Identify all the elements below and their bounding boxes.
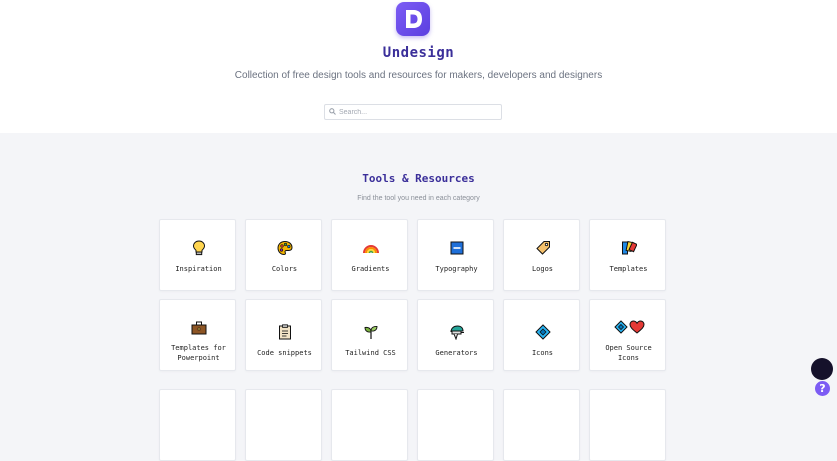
- logo-d-icon: [406, 10, 422, 28]
- section-title: Tools & Resources: [362, 172, 475, 185]
- category-label: Open Source Icons: [605, 344, 652, 362]
- seedling-icon: [364, 325, 377, 339]
- generator-icon: [450, 325, 464, 340]
- category-label: Templates: [609, 265, 648, 273]
- category-card-gradients[interactable]: Gradients: [331, 219, 408, 291]
- swatches-icon: [621, 240, 637, 255]
- app-tagline: Collection of free design tools and reso…: [234, 70, 603, 81]
- category-label: Inspiration: [175, 265, 222, 273]
- briefcase-icon: [191, 321, 206, 335]
- abc-icon: [450, 241, 463, 255]
- category-card-open-source-icons[interactable]: Open Source Icons: [589, 299, 666, 371]
- category-card-code-snippets[interactable]: Code snippets: [245, 299, 322, 371]
- search-box[interactable]: [324, 104, 502, 120]
- search-icon: [329, 108, 336, 115]
- diamond-heart-icon: [613, 320, 645, 334]
- rainbow-icon: [362, 245, 379, 254]
- tag-icon: [535, 241, 550, 255]
- category-label: Tailwind CSS: [345, 349, 396, 357]
- category-card-templates-powerpoint[interactable]: Templates for Powerpoint: [159, 299, 236, 371]
- category-card-inspiration[interactable]: Inspiration: [159, 219, 236, 291]
- category-label: Icons: [531, 349, 554, 357]
- category-label: Logos: [531, 265, 554, 273]
- category-card-typography[interactable]: Typography: [417, 219, 494, 291]
- category-card-generators[interactable]: Generators: [417, 299, 494, 371]
- category-card-colors[interactable]: Colors: [245, 219, 322, 291]
- section-subtitle: Find the tool you need in each category: [357, 195, 480, 202]
- search-input[interactable]: [339, 105, 497, 119]
- palette-icon: [276, 240, 293, 256]
- category-label: Code snippets: [257, 349, 312, 357]
- lightbulb-icon: [192, 240, 205, 256]
- category-label: Templates for Powerpoint: [171, 344, 226, 362]
- hero-header: Undesign Collection of free design tools…: [0, 0, 837, 133]
- floating-dark-button[interactable]: [811, 358, 833, 380]
- category-card-logos[interactable]: Logos: [503, 219, 580, 291]
- category-label: Gradients: [351, 265, 390, 273]
- app-title: Undesign: [382, 45, 455, 61]
- help-button[interactable]: ?: [815, 381, 830, 396]
- diamond-icon: [534, 324, 551, 340]
- category-label: Colors: [271, 265, 298, 273]
- category-card-icons[interactable]: Icons: [503, 299, 580, 371]
- category-card-tailwind[interactable]: Tailwind CSS: [331, 299, 408, 371]
- undesign-logo[interactable]: [396, 2, 430, 36]
- clipboard-icon: [278, 324, 291, 340]
- category-label: Generators: [435, 349, 478, 357]
- category-label: Typography: [435, 265, 478, 273]
- category-card-templates[interactable]: Templates: [589, 219, 666, 291]
